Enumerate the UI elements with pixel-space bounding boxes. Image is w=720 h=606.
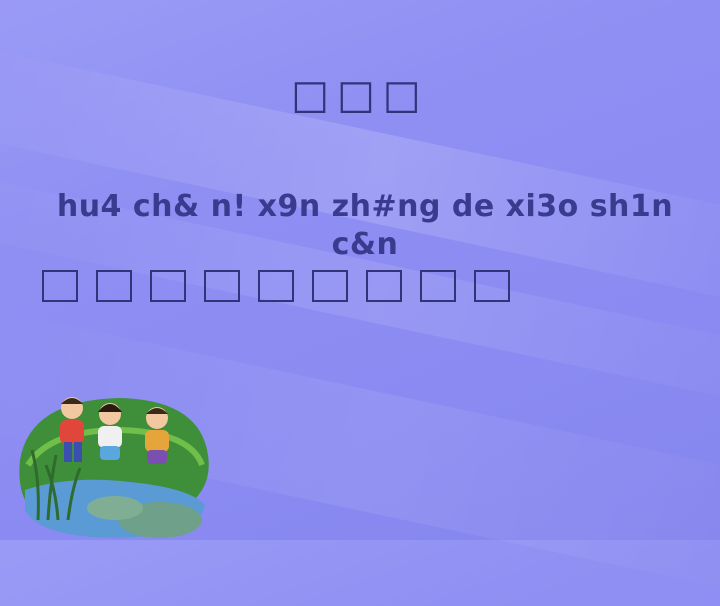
child-figure bbox=[145, 407, 169, 464]
pinyin-text: hu4 ch& n! x9n zh#ng de xi3o sh1n c&n bbox=[20, 188, 710, 264]
child-figure bbox=[98, 403, 122, 460]
hanzi-placeholder-box bbox=[42, 270, 78, 302]
hanzi-placeholder-box bbox=[420, 270, 456, 302]
children-sitting-by-pond-illustration bbox=[19, 397, 209, 538]
rock bbox=[87, 496, 143, 520]
pinyin-line-2: c&n bbox=[331, 227, 399, 262]
hanzi-placeholder-box bbox=[150, 270, 186, 302]
hanzi-placeholder-box bbox=[258, 270, 294, 302]
hanzi-placeholder-box bbox=[96, 270, 132, 302]
hanzi-placeholder-box bbox=[204, 270, 240, 302]
hanzi-placeholder-box bbox=[366, 270, 402, 302]
hanzi-placeholder-box bbox=[474, 270, 510, 302]
pinyin-line-1: hu4 ch& n! x9n zh#ng de xi3o sh1n bbox=[56, 189, 674, 224]
slide-title: □□□ bbox=[291, 72, 429, 118]
hanzi-placeholder-row bbox=[42, 270, 510, 302]
hanzi-placeholder-box bbox=[312, 270, 348, 302]
